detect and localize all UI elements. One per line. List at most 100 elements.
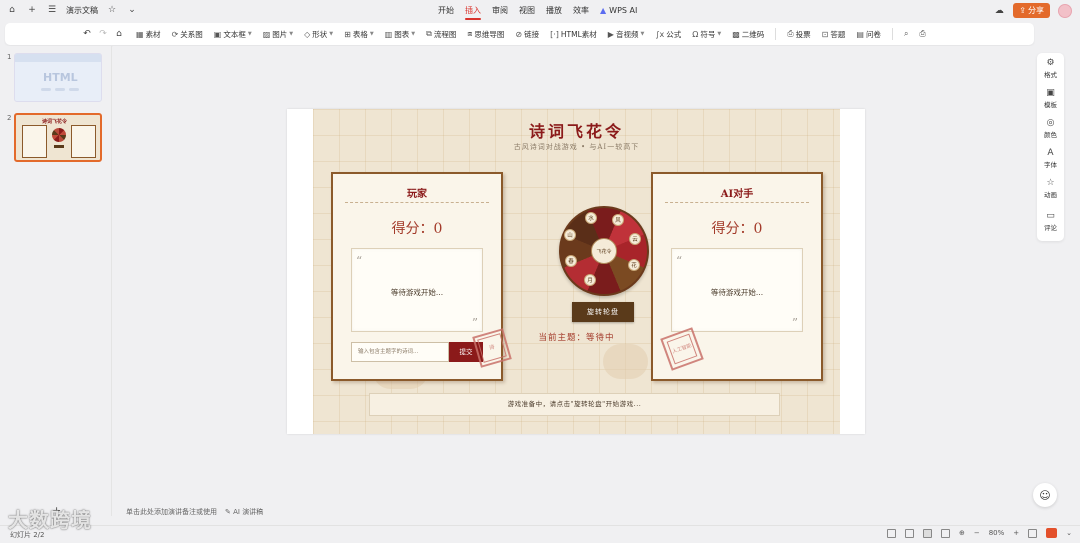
tool-shape[interactable]: ◇ 形状 ▼ xyxy=(304,28,333,40)
tab-wps-ai[interactable]: ▲ WPS AI xyxy=(600,5,637,16)
insert-toolbar: ↶ ↷ ⌂ ▦ 素材 ⟳ 关系图 ▣ 文本框 ▼ ▨ 图片 ▼ ◇ 形状 ▼ ⊞ 表格 ▼ ▥ 图表 ▼… xyxy=(5,23,1034,45)
sorter-view-icon[interactable] xyxy=(904,528,914,538)
tool-label: 流程图 xyxy=(433,29,457,39)
slide-number: 1 xyxy=(7,53,12,61)
chevron-down-icon[interactable]: ⌄ xyxy=(1066,529,1072,537)
media-icon: ▶ xyxy=(607,29,614,39)
wheel-label: 风 xyxy=(612,214,624,226)
panel-comment[interactable]: ▭ 评论 xyxy=(1037,211,1064,232)
share-button[interactable]: ⇪ 分享 xyxy=(1013,3,1050,18)
tab-playback[interactable]: 播放 xyxy=(546,5,562,16)
tool-label: 音视频 xyxy=(615,29,639,39)
tool-material[interactable]: ▦ 素材 xyxy=(136,28,161,40)
ai-icon: ✎ xyxy=(225,508,231,516)
panel-label: 动画 xyxy=(1044,191,1057,199)
qrcode-icon: ▩ xyxy=(732,29,740,39)
wps-ai-icon: ▲ xyxy=(600,6,607,15)
notes-view-icon[interactable] xyxy=(940,528,950,538)
tool-media[interactable]: ▶ 音视频 ▼ xyxy=(608,28,645,40)
wheel-label: 月 xyxy=(584,274,596,286)
slide-thumbnail-1[interactable]: HTML xyxy=(14,53,102,102)
menu-icon[interactable]: ☰ xyxy=(46,4,58,16)
panel-animation[interactable]: ☆ 动画 xyxy=(1037,178,1064,199)
chart-icon: ▥ xyxy=(384,29,393,39)
tool-symbol[interactable]: Ω 符号 ▼ xyxy=(692,28,721,40)
poem-input[interactable] xyxy=(351,342,449,362)
globe-icon[interactable]: ⊕ xyxy=(959,529,965,537)
tab-view[interactable]: 视图 xyxy=(519,5,535,16)
tab-efficiency[interactable]: 效率 xyxy=(573,5,589,16)
zoom-out-icon[interactable]: − xyxy=(974,529,980,537)
undo-icon[interactable]: ↶ xyxy=(81,28,93,40)
game-status: 游戏准备中，请点击"旋转轮盘"开始游戏... xyxy=(369,393,780,416)
chevron-down-icon[interactable]: ⌄ xyxy=(126,4,138,16)
zoom-in-icon[interactable]: + xyxy=(1013,529,1019,537)
tool-survey[interactable]: ▤ 问卷 xyxy=(856,28,881,40)
table-icon: ⊞ xyxy=(344,29,351,39)
search-button[interactable]: ⌕ xyxy=(904,28,908,40)
tool-link[interactable]: ⊘ 链接 xyxy=(515,28,539,40)
slide-thumbnail-2[interactable]: 诗词飞花令 xyxy=(14,113,102,162)
notes-placeholder[interactable]: 单击此处添加演讲备注或使用 xyxy=(126,507,217,517)
ai-notes-button[interactable]: ✎ AI 演讲稿 xyxy=(225,507,263,517)
background-decoration xyxy=(603,344,648,379)
formula-icon: ∫x xyxy=(655,29,665,39)
palette-icon: ◎ xyxy=(1046,118,1055,128)
avatar[interactable] xyxy=(1058,3,1072,18)
tool-mindmap[interactable]: ⧈ 思维导图 xyxy=(467,28,504,40)
format-painter-icon[interactable]: ⌂ xyxy=(113,28,125,40)
ai-name: AI对手 xyxy=(720,189,754,200)
wheel-label: 山 xyxy=(564,229,576,241)
comment-icon: ▭ xyxy=(1046,211,1055,221)
tool-table[interactable]: ⊞ 表格 ▼ xyxy=(344,28,374,40)
symbol-icon: Ω xyxy=(692,29,699,39)
home-icon[interactable]: ⌂ xyxy=(6,4,18,16)
tool-html-material[interactable]: [·] HTML素材 xyxy=(550,28,597,40)
seal-inner: 人工智能 xyxy=(666,333,698,365)
panel-template[interactable]: ▣ 模板 xyxy=(1037,88,1064,109)
tab-review[interactable]: 审阅 xyxy=(492,5,508,16)
tool-image[interactable]: ▨ 图片 ▼ xyxy=(263,28,293,40)
tab-home[interactable]: 开始 xyxy=(438,5,454,16)
play-slideshow-icon[interactable] xyxy=(1046,528,1058,538)
ai-verse-text: 等待游戏开始... xyxy=(710,288,764,297)
divider xyxy=(665,202,809,203)
tool-relation[interactable]: ⟳ 关系图 xyxy=(172,28,203,40)
caret-icon: ▼ xyxy=(411,31,416,37)
normal-view-icon[interactable] xyxy=(886,528,896,538)
link-icon: ⊘ xyxy=(515,29,523,39)
tab-insert[interactable]: 插入 xyxy=(465,5,481,20)
cloud-icon[interactable]: ☁ xyxy=(993,5,1005,17)
fit-window-icon[interactable] xyxy=(1028,528,1038,538)
document-title[interactable]: 演示文稿 xyxy=(66,5,98,16)
assistant-icon[interactable]: ☺ xyxy=(1033,483,1057,507)
print-icon: ⎙ xyxy=(919,29,926,38)
print-button[interactable]: ⎙ xyxy=(919,28,925,40)
tool-chart[interactable]: ▥ 图表 ▼ xyxy=(385,28,415,40)
tool-qrcode[interactable]: ▩ 二维码 xyxy=(732,28,764,40)
code-icon: [·] xyxy=(550,29,559,39)
redo-icon[interactable]: ↷ xyxy=(97,28,109,40)
ai-verse-box: “ 等待游戏开始... ” xyxy=(671,248,803,332)
wheel-label: 水 xyxy=(585,212,597,224)
ai-notes-label: AI 演讲稿 xyxy=(233,508,264,516)
tool-label: 表格 xyxy=(352,29,368,39)
tool-flowchart[interactable]: ⧉ 流程图 xyxy=(426,28,456,40)
tool-textbox[interactable]: ▣ 文本框 ▼ xyxy=(214,28,252,40)
tool-formula[interactable]: ∫x 公式 xyxy=(655,28,681,40)
star-icon[interactable]: ☆ xyxy=(106,4,118,16)
tool-label: 问卷 xyxy=(865,29,881,39)
spin-wheel-button[interactable]: 旋转轮盘 xyxy=(572,302,634,322)
spin-wheel[interactable]: 风 云 花 月 春 山 水 飞花令 xyxy=(559,206,649,296)
tool-quiz[interactable]: ⊡ 答题 xyxy=(822,28,846,40)
notes-bar[interactable]: 单击此处添加演讲备注或使用 ✎ AI 演讲稿 xyxy=(126,507,263,517)
property-panel: ⚙ 格式 ▣ 模板 ◎ 颜色 A 字体 ☆ 动画 ▭ 评论 xyxy=(1037,53,1064,241)
tool-vote[interactable]: ⎙ 投票 xyxy=(787,28,810,40)
panel-font[interactable]: A 字体 xyxy=(1037,148,1064,169)
new-tab-icon[interactable]: + xyxy=(26,4,38,16)
panel-color[interactable]: ◎ 颜色 xyxy=(1037,118,1064,139)
panel-format[interactable]: ⚙ 格式 xyxy=(1037,58,1064,79)
zoom-level[interactable]: 80% xyxy=(989,529,1005,537)
reading-view-icon[interactable] xyxy=(922,528,932,538)
slide[interactable]: 诗词飞花令 古风诗词对战游戏 • 与AI一较高下 玩家 得分：0 “ 等待游戏开… xyxy=(287,109,865,434)
